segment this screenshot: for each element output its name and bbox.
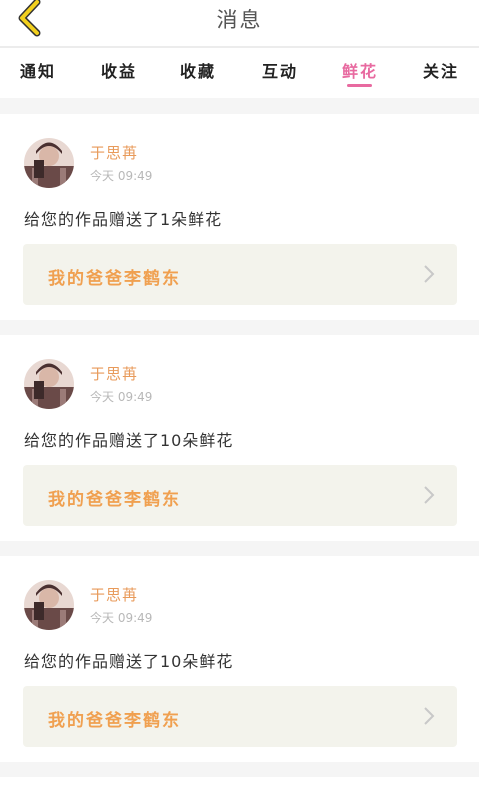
tab-bar: 通知 收益 收藏 互动 鲜花 关注 (0, 48, 479, 98)
avatar[interactable] (24, 580, 74, 630)
sender-name[interactable]: 于思苒 (90, 584, 138, 605)
avatar[interactable] (24, 359, 74, 409)
user-avatar-image (24, 580, 74, 630)
message-card: 于思苒 今天 09:49 给您的作品赠送了10朵鲜花 我的爸爸李鹤东 (0, 556, 479, 762)
chevron-right-icon (424, 265, 435, 283)
page-title: 消息 (216, 8, 263, 32)
message-text: 给您的作品赠送了1朵鲜花 (24, 210, 223, 229)
work-link[interactable]: 我的爸爸李鹤东 (23, 244, 457, 305)
tab-notifications[interactable]: 通知 (8, 58, 68, 82)
header-bar: 消息 (0, 0, 479, 48)
message-time: 今天 09:49 (90, 611, 153, 625)
work-link[interactable]: 我的爸爸李鹤东 (23, 465, 457, 526)
message-time: 今天 09:49 (90, 169, 153, 183)
chevron-right-icon (424, 486, 435, 504)
chevron-right-icon (424, 707, 435, 725)
tab-interactions[interactable]: 互动 (250, 58, 310, 82)
avatar[interactable] (24, 138, 74, 188)
message-card: 于思苒 今天 09:49 给您的作品赠送了1朵鲜花 我的爸爸李鹤东 (0, 114, 479, 320)
message-text: 给您的作品赠送了10朵鲜花 (24, 652, 234, 671)
work-link[interactable]: 我的爸爸李鹤东 (23, 686, 457, 747)
message-card: 于思苒 今天 09:49 给您的作品赠送了10朵鲜花 我的爸爸李鹤东 (0, 335, 479, 541)
sender-name[interactable]: 于思苒 (90, 363, 138, 384)
message-time: 今天 09:49 (90, 390, 153, 404)
message-card-partial (0, 777, 479, 798)
work-title: 我的爸爸李鹤东 (48, 490, 181, 510)
tab-following[interactable]: 关注 (411, 58, 471, 82)
tab-favorites[interactable]: 收藏 (168, 58, 228, 82)
work-title: 我的爸爸李鹤东 (48, 711, 181, 731)
tab-flowers[interactable]: 鲜花 (330, 58, 390, 82)
tab-earnings[interactable]: 收益 (89, 58, 149, 82)
user-avatar-image (24, 359, 74, 409)
active-tab-indicator (347, 84, 372, 87)
user-avatar-image (24, 138, 74, 188)
message-text: 给您的作品赠送了10朵鲜花 (24, 431, 234, 450)
work-title: 我的爸爸李鹤东 (48, 269, 181, 289)
sender-name[interactable]: 于思苒 (90, 142, 138, 163)
